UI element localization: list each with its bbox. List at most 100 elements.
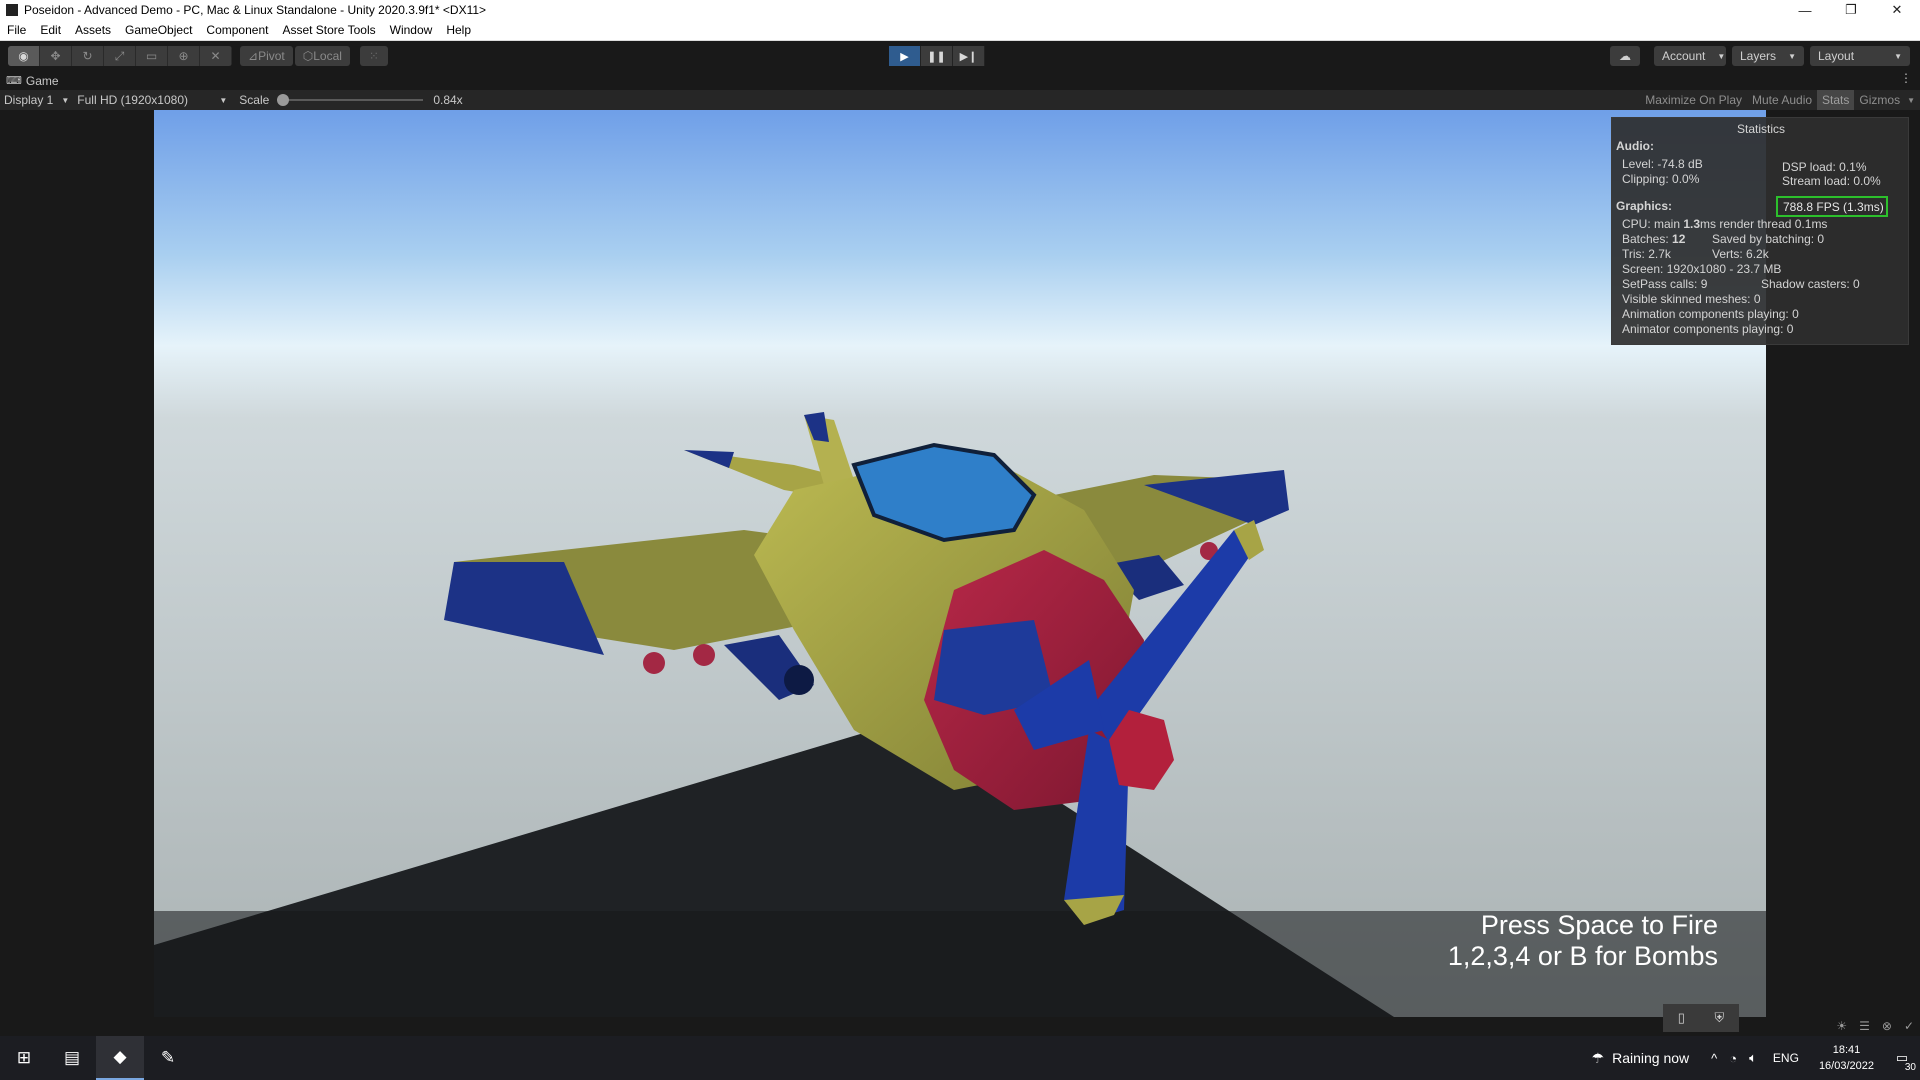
start-button[interactable]: ⊞ bbox=[0, 1036, 48, 1080]
paint-taskbar-button[interactable]: ✎ bbox=[144, 1036, 192, 1080]
lightbulb-icon[interactable]: ☀ bbox=[1836, 1019, 1847, 1033]
dsp-load: DSP load: 0.1% bbox=[1782, 160, 1867, 174]
chevron-down-icon: ▼ bbox=[1717, 51, 1726, 61]
transform-tool-button[interactable]: ⊕ bbox=[168, 46, 200, 66]
bottle-icon[interactable]: ▯ bbox=[1678, 1010, 1685, 1026]
verts-stat: Verts: 6.2k bbox=[1712, 247, 1769, 261]
paint-palette-icon: ✎ bbox=[160, 1048, 176, 1067]
tab-game-label: Game bbox=[25, 73, 59, 88]
layout-dropdown[interactable]: Layout ▼ bbox=[1810, 46, 1910, 66]
pause-icon: ❚❚ bbox=[927, 50, 946, 63]
language-indicator[interactable]: ENG bbox=[1773, 1051, 1799, 1065]
cloud-icon: ☁ bbox=[1619, 49, 1631, 63]
local-toggle[interactable]: ⬡ Local bbox=[294, 46, 350, 66]
maximize-on-play-toggle[interactable]: Maximize On Play bbox=[1640, 90, 1747, 110]
account-dropdown[interactable]: Account ▼ bbox=[1654, 46, 1726, 66]
scale-control: Scale 0.84x bbox=[239, 93, 462, 107]
left-rocket bbox=[643, 652, 665, 674]
clock-time: 18:41 bbox=[1832, 1044, 1861, 1056]
status-check-icon[interactable]: ✓ bbox=[1904, 1019, 1914, 1033]
rotate-tool-button[interactable]: ↻ bbox=[72, 46, 104, 66]
cpu-stats: CPU: main 1.3ms render thread 0.1ms bbox=[1622, 217, 1827, 231]
menu-component[interactable]: Component bbox=[199, 23, 275, 37]
local-label: Local bbox=[313, 49, 342, 63]
tools-icon: ✕ bbox=[210, 49, 221, 63]
instruction-fire: Press Space to Fire bbox=[1480, 910, 1718, 940]
menu-asset-store-tools[interactable]: Asset Store Tools bbox=[275, 23, 382, 37]
wifi-icon[interactable]: ◔ bbox=[1729, 1051, 1737, 1066]
step-button[interactable]: ▶❙ bbox=[953, 46, 985, 66]
chevron-down-icon: ▼ bbox=[1907, 95, 1915, 105]
unity-taskbar-button[interactable]: ◆ bbox=[96, 1036, 144, 1080]
tab-game[interactable]: ⌨ Game bbox=[0, 71, 65, 90]
task-view-button[interactable]: ▤ bbox=[48, 1036, 96, 1080]
volume-icon[interactable]: 🔈︎ bbox=[1749, 1050, 1757, 1066]
restore-button[interactable]: ❐ bbox=[1828, 0, 1874, 20]
chevron-down-icon: ▼ bbox=[219, 95, 228, 105]
account-label: Account bbox=[1662, 49, 1706, 63]
stats-toggle[interactable]: Stats bbox=[1817, 90, 1855, 110]
menu-help[interactable]: Help bbox=[439, 23, 478, 37]
menu-file[interactable]: File bbox=[0, 23, 33, 37]
display-label: Display 1 bbox=[4, 93, 54, 107]
menu-window[interactable]: Window bbox=[383, 23, 440, 37]
view-tool-button[interactable]: ◉ bbox=[8, 46, 40, 66]
chevron-up-icon[interactable]: ^ bbox=[1711, 1051, 1717, 1066]
rotate-icon: ↻ bbox=[82, 49, 93, 63]
cpu-main-value: 1.3 bbox=[1683, 217, 1701, 231]
gizmos-toggle[interactable]: Gizmos ▼ bbox=[1854, 90, 1920, 110]
scale-slider-thumb[interactable] bbox=[277, 94, 290, 106]
transform-tools: ◉ ✥ ↻ ⤢ ▭ ⊕ ✕ bbox=[8, 46, 232, 66]
weather-widget[interactable]: ☂ Raining now bbox=[1592, 1050, 1690, 1067]
clock-date: 16/03/2022 bbox=[1818, 1060, 1874, 1072]
fps-value: 788.8 FPS (1.3ms) bbox=[1783, 199, 1884, 214]
scale-slider[interactable] bbox=[277, 94, 424, 106]
local-icon: ⬡ bbox=[302, 49, 314, 63]
layers-label: Layers bbox=[1740, 49, 1777, 63]
shadow-casters-stat: Shadow casters: 0 bbox=[1761, 277, 1860, 291]
animation-components-stat: Animation components playing: 0 bbox=[1622, 307, 1799, 321]
minimize-button[interactable]: — bbox=[1782, 0, 1828, 20]
game-view-toolbar: Display 1 ▼ Full HD (1920x1080) ▼ Scale 0.… bbox=[0, 90, 1920, 110]
more-options-icon[interactable]: ⋮ bbox=[1900, 71, 1912, 85]
mute-audio-toggle[interactable]: Mute Audio bbox=[1747, 90, 1817, 110]
game-viewport[interactable] bbox=[154, 110, 1766, 1017]
grid-snap-button[interactable]: ⁙ bbox=[359, 46, 388, 66]
menu-gameobject[interactable]: GameObject bbox=[118, 23, 199, 37]
audio-clipping: Clipping: 0.0% bbox=[1622, 172, 1700, 186]
eye-icon: ◉ bbox=[18, 49, 29, 63]
close-button[interactable]: ✕ bbox=[1874, 0, 1920, 20]
cloud-button[interactable]: ☁ bbox=[1610, 46, 1640, 66]
editor-status-icons: ☀ ☰ ⊗ ✓ bbox=[1824, 1019, 1914, 1033]
menu-assets[interactable]: Assets bbox=[68, 23, 118, 37]
cpu-prefix: CPU: main bbox=[1622, 217, 1681, 231]
step-icon: ▶❙ bbox=[959, 50, 978, 63]
pivot-toggle[interactable]: ⊿ Pivot bbox=[240, 46, 293, 66]
layers-icon[interactable]: ☰ bbox=[1859, 1019, 1870, 1033]
layers-dropdown[interactable]: Layers ▼ bbox=[1732, 46, 1804, 66]
resolution-label: Full HD (1920x1080) bbox=[77, 93, 188, 107]
chevron-down-icon: ▼ bbox=[1894, 51, 1902, 61]
rect-tool-button[interactable]: ▭ bbox=[136, 46, 168, 66]
scale-label: Scale bbox=[239, 93, 270, 107]
notification-center-button[interactable]: ▭ 30 bbox=[1884, 1036, 1920, 1080]
scale-tool-button[interactable]: ⤢ bbox=[104, 46, 136, 66]
batches-value: 12 bbox=[1672, 232, 1686, 246]
notification-count: 30 bbox=[1904, 1062, 1916, 1073]
batches-stat: Batches: 12 bbox=[1622, 232, 1685, 246]
menu-edit[interactable]: Edit bbox=[33, 23, 68, 37]
toolbar-right: ☁ Account ▼ Layers ▼ Layout ▼ bbox=[1610, 46, 1910, 66]
display-dropdown[interactable]: Display 1 ▼ bbox=[0, 93, 73, 107]
graphics-heading: Graphics: bbox=[1616, 199, 1673, 213]
saved-by-batching: Saved by batching: 0 bbox=[1712, 232, 1825, 246]
move-tool-button[interactable]: ✥ bbox=[40, 46, 72, 66]
audio-heading: Audio: bbox=[1616, 139, 1654, 153]
network-icon[interactable]: ⊗ bbox=[1882, 1019, 1892, 1033]
resolution-dropdown[interactable]: Full HD (1920x1080) ▼ bbox=[73, 93, 231, 107]
title-bar: Poseidon - Advanced Demo - PC, Mac & Lin… bbox=[0, 0, 1920, 20]
clock[interactable]: 18:41 16/03/2022 bbox=[1819, 1042, 1874, 1074]
pause-button[interactable]: ❚❚ bbox=[921, 46, 953, 66]
play-button[interactable]: ▶ bbox=[889, 46, 921, 66]
shield-icon[interactable]: ⛨ bbox=[1714, 1010, 1724, 1026]
custom-tool-button[interactable]: ✕ bbox=[200, 46, 232, 66]
